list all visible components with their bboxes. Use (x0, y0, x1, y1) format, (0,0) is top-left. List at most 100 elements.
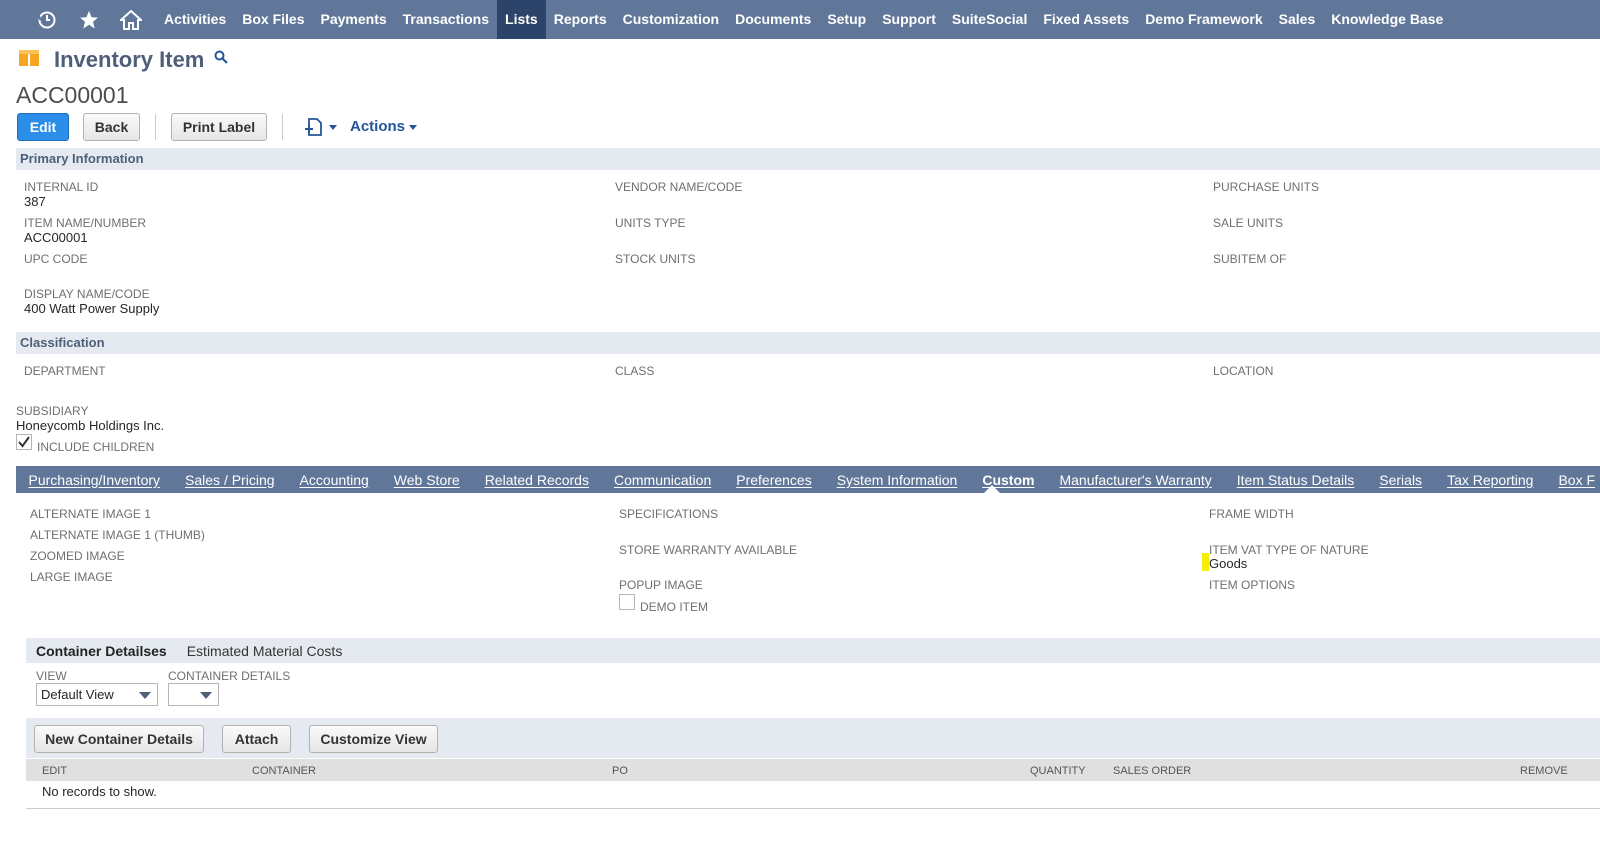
subsidiary-label: SUBSIDIARY (16, 404, 89, 418)
actions-label: Actions (350, 118, 406, 135)
tab-box[interactable]: Box F (1546, 472, 1600, 488)
back-button[interactable]: Back (83, 113, 140, 141)
nav-fixed-assets[interactable]: Fixed Assets (1035, 0, 1137, 39)
class-label: CLASS (615, 364, 655, 378)
actions-menu[interactable]: Actions (350, 118, 418, 135)
stock-units-label: STOCK UNITS (615, 252, 696, 266)
display-name-label: DISPLAY NAME/CODE (24, 287, 150, 301)
record-id: ACC00001 (16, 82, 129, 108)
print-label-button[interactable]: Print Label (171, 113, 267, 141)
vat-type-label: ITEM VAT TYPE OF NATURE (1209, 543, 1369, 557)
frame-width-label: FRAME WIDTH (1209, 507, 1294, 521)
item-name-label: ITEM NAME/NUMBER (24, 216, 147, 230)
checkmark-icon (18, 436, 30, 448)
top-nav: Activities Box Files Payments Transactio… (0, 0, 1600, 39)
record-type-icon (18, 46, 40, 73)
column-sales-order[interactable]: SALES ORDER (1113, 765, 1191, 777)
nav-setup[interactable]: Setup (819, 0, 874, 39)
container-details-label: CONTAINER DETAILS (168, 669, 291, 683)
department-label: DEPARTMENT (24, 364, 106, 378)
table-row: No records to show. (26, 781, 1600, 809)
edit-button[interactable]: Edit (17, 113, 69, 141)
nav-suitesocial[interactable]: SuiteSocial (944, 0, 1035, 39)
nav-sales[interactable]: Sales (1271, 0, 1324, 39)
large-image-label: LARGE IMAGE (30, 570, 113, 584)
toolbar-divider (282, 114, 283, 140)
column-quantity[interactable]: QUANTITY (1030, 765, 1086, 777)
container-details-select[interactable] (168, 683, 219, 706)
tab-item-status-details[interactable]: Item Status Details (1224, 472, 1367, 488)
internal-id-value: 387 (24, 194, 46, 209)
recent-icon[interactable] (26, 0, 68, 39)
popup-image-label: POPUP IMAGE (619, 578, 703, 592)
new-record-icon[interactable] (303, 117, 338, 137)
attach-button[interactable]: Attach (222, 725, 291, 753)
tab-accounting[interactable]: Accounting (287, 472, 381, 488)
empty-message: No records to show. (42, 784, 157, 799)
subsidiary-value: Honeycomb Holdings Inc. (16, 418, 165, 433)
star-icon[interactable] (68, 0, 110, 39)
tab-container-detailses[interactable]: Container Detailses (26, 642, 177, 659)
nav-payments[interactable]: Payments (313, 0, 395, 39)
tab-manufacturers-warranty[interactable]: Manufacturer's Warranty (1047, 472, 1224, 488)
tab-system-information[interactable]: System Information (824, 472, 970, 488)
chevron-down-icon (409, 124, 418, 130)
nav-documents[interactable]: Documents (727, 0, 819, 39)
column-po[interactable]: PO (612, 765, 628, 777)
tab-communication[interactable]: Communication (601, 472, 723, 488)
nav-demo-framework[interactable]: Demo Framework (1137, 0, 1270, 39)
specifications-label: SPECIFICATIONS (619, 507, 719, 521)
nav-support[interactable]: Support (874, 0, 944, 39)
subtab-bar: Purchasing/Inventory Sales / Pricing Acc… (16, 466, 1600, 493)
customize-view-button[interactable]: Customize View (309, 725, 438, 753)
page-header: Inventory Item (18, 46, 229, 73)
display-name-value: 400 Watt Power Supply (24, 301, 160, 316)
tab-web-store[interactable]: Web Store (381, 472, 472, 488)
primary-info-header[interactable]: Primary Information (16, 148, 1600, 170)
item-options-label: ITEM OPTIONS (1209, 578, 1296, 592)
search-icon[interactable] (214, 50, 229, 69)
column-edit[interactable]: EDIT (42, 765, 67, 777)
column-container[interactable]: CONTAINER (252, 765, 316, 777)
sublist-tabs: Container Detailses Estimated Material C… (26, 638, 1600, 663)
nav-transactions[interactable]: Transactions (395, 0, 497, 39)
item-name-value: ACC00001 (24, 230, 88, 245)
home-icon[interactable] (110, 0, 152, 39)
tab-preferences[interactable]: Preferences (724, 472, 824, 488)
chevron-down-icon (200, 692, 212, 699)
nav-lists[interactable]: Lists (497, 0, 546, 39)
demo-item-label: DEMO ITEM (640, 600, 708, 614)
demo-item-checkbox[interactable] (619, 594, 635, 610)
toolbar-divider (155, 114, 156, 140)
nav-knowledge-base[interactable]: Knowledge Base (1323, 0, 1451, 39)
zoomed-image-label: ZOOMED IMAGE (30, 549, 125, 563)
tab-serials[interactable]: Serials (1367, 472, 1435, 488)
nav-box-files[interactable]: Box Files (234, 0, 312, 39)
view-select[interactable]: Default View (36, 683, 158, 706)
tab-custom[interactable]: Custom (970, 472, 1047, 488)
tab-related-records[interactable]: Related Records (472, 472, 601, 488)
nav-customization[interactable]: Customization (615, 0, 727, 39)
location-label: LOCATION (1213, 364, 1274, 378)
vat-type-value: Goods (1209, 556, 1248, 571)
active-tab-indicator (984, 485, 1000, 493)
page-title: Inventory Item (54, 46, 205, 72)
tab-estimated-material-costs[interactable]: Estimated Material Costs (177, 643, 353, 659)
purchase-units-label: PURCHASE UNITS (1213, 180, 1320, 194)
include-children-label: INCLUDE CHILDREN (37, 440, 155, 454)
include-children-checkbox[interactable] (16, 434, 32, 450)
main-menu: Activities Box Files Payments Transactio… (156, 0, 1451, 39)
tab-sales-pricing[interactable]: Sales / Pricing (173, 472, 287, 488)
tab-purchasing-inventory[interactable]: Purchasing/Inventory (16, 472, 173, 488)
nav-activities[interactable]: Activities (156, 0, 234, 39)
classification-header[interactable]: Classification (16, 332, 1600, 354)
nav-reports[interactable]: Reports (546, 0, 615, 39)
tab-tax-reporting[interactable]: Tax Reporting (1435, 472, 1546, 488)
column-remove[interactable]: REMOVE (1520, 765, 1568, 777)
view-label: VIEW (36, 669, 67, 683)
chevron-down-icon (139, 692, 151, 699)
upc-code-label: UPC CODE (24, 252, 88, 266)
subitem-of-label: SUBITEM OF (1213, 252, 1287, 266)
view-select-value: Default View (41, 687, 114, 702)
new-container-details-button[interactable]: New Container Details (34, 725, 204, 753)
